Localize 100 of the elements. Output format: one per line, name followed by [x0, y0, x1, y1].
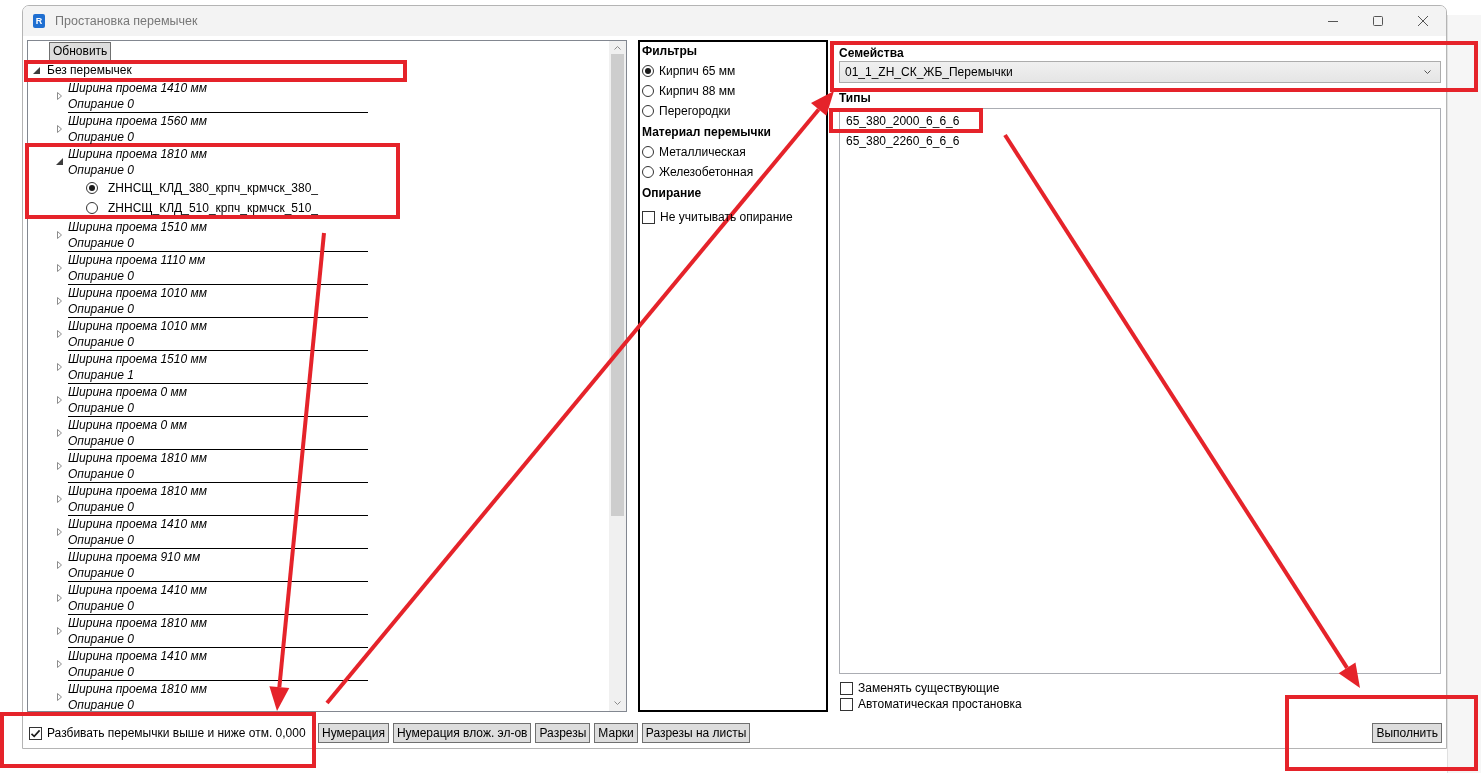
- toolbar-button[interactable]: Нумерация влож. эл-ов: [392, 723, 532, 743]
- collapsed-arrow-icon[interactable]: [56, 659, 62, 668]
- support-text: Опирание 0: [68, 532, 134, 548]
- opening-width-text: Ширина проема 1510 мм: [68, 351, 207, 367]
- checkbox[interactable]: [840, 681, 853, 695]
- radio-button[interactable]: [642, 105, 654, 117]
- collapsed-arrow-icon[interactable]: [56, 124, 62, 133]
- radio-label: Металлическая: [659, 145, 746, 159]
- minimize-icon[interactable]: [1327, 20, 1338, 22]
- radio-button[interactable]: [642, 146, 654, 158]
- opening-width-text: Ширина проема 1810 мм: [68, 483, 207, 499]
- toolbar-button[interactable]: Разрезы на листы: [641, 723, 751, 743]
- opening-width-text: Ширина проема 1810 мм: [68, 450, 207, 466]
- collapsed-arrow-icon[interactable]: [56, 428, 62, 437]
- support-text: Опирание 0: [68, 301, 134, 317]
- app-logo: R: [33, 14, 45, 28]
- opening-width-text: Ширина проема 1010 мм: [68, 285, 207, 301]
- radio-button[interactable]: [642, 166, 654, 178]
- list-item[interactable]: 65_380_2000_6_6_6: [840, 111, 1440, 131]
- radio-label: Кирпич 65 мм: [659, 64, 736, 78]
- collapsed-arrow-icon[interactable]: [56, 593, 62, 602]
- run-button[interactable]: Выполнить: [1372, 723, 1442, 743]
- expanded-arrow-icon[interactable]: [55, 158, 63, 165]
- support-text: Опирание 1: [68, 367, 134, 383]
- radio-button[interactable]: [642, 85, 654, 97]
- scroll-up-icon[interactable]: [614, 46, 621, 50]
- opening-width-text: Ширина проема 1560 мм: [68, 113, 207, 129]
- section-heading: Материал перемычки: [642, 124, 772, 141]
- collapsed-arrow-icon[interactable]: [56, 527, 62, 536]
- opening-width-text: Ширина проема 1810 мм: [68, 681, 207, 697]
- field-label: Семейства: [838, 45, 905, 61]
- checkbox[interactable]: [642, 210, 655, 224]
- collapsed-arrow-icon[interactable]: [56, 263, 62, 272]
- collapsed-arrow-icon[interactable]: [56, 692, 62, 701]
- collapsed-arrow-icon[interactable]: [56, 395, 62, 404]
- checkbox[interactable]: [840, 697, 853, 711]
- support-text: Опирание 0: [68, 466, 134, 482]
- scroll-down-icon[interactable]: [614, 701, 621, 705]
- support-text: Опирание 0: [68, 433, 134, 449]
- opening-width-text: Ширина проема 1410 мм: [68, 648, 207, 664]
- opening-width-text: Ширина проема 1410 мм: [68, 582, 207, 598]
- section-heading: Фильтры: [642, 43, 699, 60]
- support-text: Опирание 0: [68, 598, 134, 614]
- list-item[interactable]: 65_380_2260_6_6_6: [840, 131, 1440, 151]
- section-heading: Опирание: [642, 185, 703, 202]
- checkbox[interactable]: [29, 726, 42, 740]
- radio-label: ZHНСЩ_КЛД_510_крпч_крмчск_510_: [108, 201, 318, 215]
- collapsed-arrow-icon[interactable]: [56, 91, 62, 100]
- radio-button[interactable]: [86, 202, 98, 214]
- support-text: Опирание 0: [68, 162, 134, 178]
- checkbox-label: Автоматическая простановка: [858, 697, 1022, 711]
- window-title: Простановка перемычек: [55, 14, 198, 28]
- support-text: Опирание 0: [68, 697, 134, 711]
- collapsed-arrow-icon[interactable]: [56, 230, 62, 239]
- support-text: Опирание 0: [68, 334, 134, 350]
- opening-width-text: Ширина проема 1410 мм: [68, 516, 207, 532]
- expanded-arrow-icon[interactable]: [33, 66, 40, 74]
- support-text: Опирание 0: [68, 400, 134, 416]
- radio-label: Кирпич 88 мм: [659, 84, 736, 98]
- scrollbar-thumb[interactable]: [611, 54, 624, 516]
- opening-width-text: Ширина проема 1110 мм: [68, 252, 206, 268]
- scrollbar[interactable]: [609, 41, 626, 711]
- support-text: Опирание 0: [68, 129, 134, 145]
- checkbox-label: Разбивать перемычки выше и ниже отм. 0,000: [47, 726, 306, 740]
- radio-label: Железобетонная: [659, 165, 754, 179]
- opening-width-text: Ширина проема 0 мм: [68, 384, 187, 400]
- collapsed-arrow-icon[interactable]: [56, 329, 62, 338]
- opening-width-text: Ширина проема 1810 мм: [68, 146, 207, 162]
- close-icon[interactable]: [1417, 16, 1428, 26]
- collapsed-arrow-icon[interactable]: [56, 560, 62, 569]
- toolbar-button[interactable]: Нумерация: [318, 723, 389, 743]
- support-text: Опирание 0: [68, 499, 134, 515]
- support-text: Опирание 0: [68, 96, 134, 112]
- collapsed-arrow-icon[interactable]: [56, 494, 62, 503]
- support-text: Опирание 0: [68, 235, 134, 251]
- collapsed-arrow-icon[interactable]: [56, 626, 62, 635]
- radio-label: ZHНСЩ_КЛД_380_крпч_крмчск_380_: [108, 181, 318, 195]
- support-text: Опирание 0: [68, 565, 134, 581]
- opening-width-text: Ширина проема 1410 мм: [68, 80, 207, 96]
- radio-label: Перегородки: [659, 104, 731, 118]
- chevron-down-icon[interactable]: [1424, 70, 1431, 74]
- tree-group-label[interactable]: Без перемычек: [47, 63, 132, 77]
- collapsed-arrow-icon[interactable]: [56, 461, 62, 470]
- family-dropdown[interactable]: 01_1_ZH_СК_ЖБ_Перемычки: [839, 61, 1441, 83]
- support-text: Опирание 0: [68, 268, 134, 284]
- collapsed-arrow-icon[interactable]: [56, 362, 62, 371]
- toolbar-button[interactable]: Разрезы: [535, 723, 591, 743]
- support-text: Опирание 0: [68, 631, 134, 647]
- support-text: Опирание 0: [68, 664, 134, 680]
- opening-width-text: Ширина проема 0 мм: [68, 417, 187, 433]
- radio-button[interactable]: [642, 65, 654, 77]
- collapsed-arrow-icon[interactable]: [56, 296, 62, 305]
- refresh-button[interactable]: Обновить: [49, 42, 112, 61]
- maximize-icon[interactable]: [1372, 16, 1383, 26]
- opening-width-text: Ширина проема 1010 мм: [68, 318, 207, 334]
- toolbar-button[interactable]: Марки: [594, 723, 638, 743]
- checkbox-label: Заменять существующие: [858, 681, 1000, 695]
- opening-width-text: Ширина проема 910 мм: [68, 549, 201, 565]
- opening-width-text: Ширина проема 1510 мм: [68, 219, 207, 235]
- radio-button[interactable]: [86, 182, 98, 194]
